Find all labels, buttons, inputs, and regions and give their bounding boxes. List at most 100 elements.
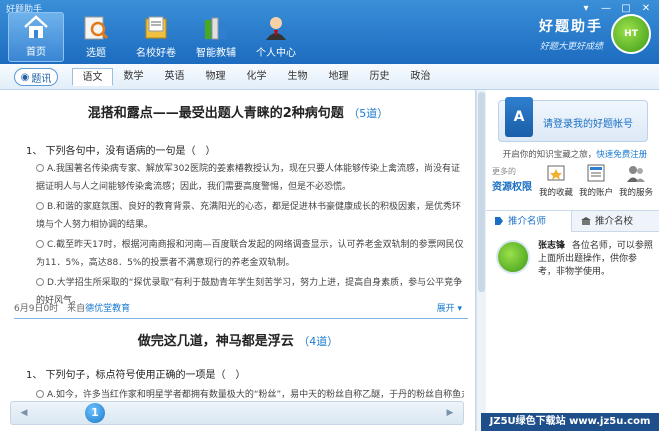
favorites-icon: [545, 162, 567, 184]
option-text: C.截至昨天17时，根据河南商报和河南—百度联合发起的网络调查显示，认可养老金双…: [36, 240, 464, 268]
nav-smart-tutoring[interactable]: 智能教辅: [188, 12, 244, 62]
section-count[interactable]: 4道: [309, 335, 327, 348]
tab-recommend-schools[interactable]: 推介名校: [573, 211, 659, 232]
vertical-scrollbar[interactable]: [476, 90, 486, 431]
news-button[interactable]: ◉ 题讯: [14, 68, 58, 86]
meta-from: 来自: [67, 304, 86, 314]
home-icon: [21, 13, 51, 41]
meta-date: 6月9日0时: [14, 304, 59, 314]
resource-permission-label: 资源权限: [492, 182, 532, 193]
chevron-down-icon: ▾: [457, 304, 462, 314]
current-page[interactable]: 1: [85, 403, 105, 423]
books-icon: [201, 14, 231, 42]
close-button[interactable]: ✕: [637, 2, 655, 16]
watermark: JZ5U绿色下载站 www.jz5u.com: [481, 413, 659, 431]
quick-item-label: 我的收藏: [538, 188, 573, 198]
nav-label: 选题: [86, 48, 106, 59]
account-icon: [585, 162, 607, 184]
document-folder-icon: [141, 14, 171, 42]
question-meta: 6月9日0时 来自德优堂教育 展开 ▾: [14, 301, 468, 319]
radio-button[interactable]: [36, 202, 44, 210]
nav-label: 智能教辅: [196, 48, 236, 59]
option-text: B.和谐的家庭氛围、良好的教育背景、充满阳光的心态，都是促进林书豪健康成长的积极…: [36, 202, 462, 230]
teacher-name[interactable]: 张志锋: [538, 241, 565, 251]
login-card[interactable]: A 请登录我的好题帐号: [498, 97, 648, 142]
nav-label: 个人中心: [256, 48, 296, 59]
top-toolbar: 好题助手 ▾ — □ ✕ 首页 选题 名校好卷 智能教辅 个人中心 好题助手 好…: [0, 0, 659, 64]
tab-history[interactable]: 历史: [359, 68, 400, 86]
nav-home[interactable]: 首页: [8, 12, 64, 62]
section-title[interactable]: 混搭和露点——最受出题人青睐的2种病句题 （5道）: [0, 102, 476, 121]
tab-english[interactable]: 英语: [154, 68, 195, 86]
nav-personal-center[interactable]: 个人中心: [248, 12, 304, 62]
nav-label: 首页: [26, 47, 46, 58]
section-title[interactable]: 做完这几道，神马都是浮云 （4道）: [0, 330, 476, 349]
nav-school-papers[interactable]: 名校好卷: [128, 12, 184, 62]
radio-button[interactable]: [36, 278, 44, 286]
main-nav: 首页 选题 名校好卷 智能教辅 个人中心: [8, 12, 304, 62]
my-favorites-button[interactable]: 我的收藏: [538, 162, 574, 198]
minimize-button[interactable]: —: [597, 2, 615, 16]
expand-label: 展开: [436, 304, 455, 314]
prev-page-icon[interactable]: ◀: [17, 406, 31, 420]
nav-select[interactable]: 选题: [68, 12, 124, 62]
meta-source-link[interactable]: 德优堂教育: [85, 304, 130, 314]
brand-name: 好题助手: [539, 19, 603, 35]
brand: 好题助手 好题大更好成绩: [539, 16, 603, 52]
question-stem: 1、 下列各句中，没有语病的一句是（ ）: [26, 146, 216, 157]
radio-button[interactable]: [36, 240, 44, 248]
tag-icon: [495, 217, 503, 225]
brand-slogan: 好题大更好成绩: [539, 42, 603, 52]
nav-label: 名校好卷: [136, 48, 176, 59]
tab-math[interactable]: 数学: [113, 68, 154, 86]
expand-button[interactable]: 展开 ▾: [437, 301, 462, 314]
news-icon: ◉: [20, 71, 30, 83]
more-label: 更多的: [492, 167, 516, 176]
window-controls: ▾ — □ ✕: [577, 2, 655, 16]
avatar[interactable]: [496, 240, 530, 274]
radio-button[interactable]: [36, 390, 44, 398]
side-panel: A 请登录我的好题帐号 开启你的知识宝藏之旅，快速免费注册 更多的 资源权限 我…: [486, 90, 659, 431]
side-tab-label: 推介名校: [595, 216, 634, 227]
scrollbar-thumb[interactable]: [478, 92, 485, 292]
quick-item-label: 我的服务: [618, 188, 653, 198]
answer-option[interactable]: C.截至昨天17时，根据河南商报和河南—百度联合发起的网络调查显示，认可养老金双…: [36, 236, 464, 272]
tab-physics[interactable]: 物理: [195, 68, 236, 86]
my-account-button[interactable]: 我的账户: [578, 162, 614, 198]
tab-chemistry[interactable]: 化学: [236, 68, 277, 86]
answer-option[interactable]: A.我国著名传染病专家、解放军302医院的姜素椿教授认为，现在只要人体能够传染上…: [36, 160, 464, 196]
option-text: A.我国著名传染病专家、解放军302医院的姜素椿教授认为，现在只要人体能够传染上…: [36, 164, 461, 192]
my-service-button[interactable]: 我的服务: [618, 162, 654, 198]
question-feed: 混搭和露点——最受出题人青睐的2种病句题 （5道） 1、 下列各句中，没有语病的…: [0, 90, 476, 431]
user-icon: [261, 14, 291, 42]
search-select-icon: [81, 14, 111, 42]
tab-biology[interactable]: 生物: [277, 68, 318, 86]
section-count[interactable]: 5道: [359, 107, 377, 120]
tab-politics[interactable]: 政治: [400, 68, 441, 86]
section-title-text: 做完这几道，神马都是浮云: [137, 334, 294, 349]
pager: ◀ 1 ▶: [10, 401, 464, 425]
tab-recommend-teachers[interactable]: 推介名师: [486, 211, 572, 232]
radio-button[interactable]: [36, 164, 44, 172]
register-link[interactable]: 快速免费注册: [596, 150, 647, 160]
login-link[interactable]: 请登录我的好题帐号: [543, 115, 633, 130]
quick-item-label: 我的账户: [578, 188, 613, 198]
next-page-icon[interactable]: ▶: [443, 406, 457, 420]
quick-access: 更多的 资源权限 我的收藏 我的账户 我的服务: [492, 162, 659, 214]
login-note: 开启你的知识宝藏之旅，快速免费注册: [490, 148, 659, 160]
brand-logo-icon: HT: [611, 14, 651, 54]
teacher-card: 张志锋 各位名师，可以参照上面所出题操作，供你参考，非物学使用。: [538, 240, 654, 279]
subject-tabs: 语文 数学 英语 物理 化学 生物 地理 历史 政治: [72, 68, 441, 86]
subject-tabstrip: ◉ 题讯 语文 数学 英语 物理 化学 生物 地理 历史 政治: [0, 64, 659, 90]
skin-menu-button[interactable]: ▾: [577, 2, 595, 16]
answer-option[interactable]: B.和谐的家庭氛围、良好的教育背景、充满阳光的心态，都是促进林书豪健康成长的积极…: [36, 198, 464, 234]
login-note-text: 开启你的知识宝藏之旅，: [502, 150, 597, 160]
tab-chinese[interactable]: 语文: [72, 68, 113, 86]
option-text: A.如今，许多当红作家和明星学者都拥有数量极大的“粉丝”，易中天的粉丝自称乙醚，…: [47, 390, 464, 400]
service-icon: [625, 162, 647, 184]
school-icon: [581, 217, 591, 225]
tab-geography[interactable]: 地理: [318, 68, 359, 86]
account-book-icon: A: [505, 97, 533, 137]
news-label: 题讯: [31, 73, 52, 85]
recommend-tabs: 推介名师 推介名校: [486, 210, 659, 232]
